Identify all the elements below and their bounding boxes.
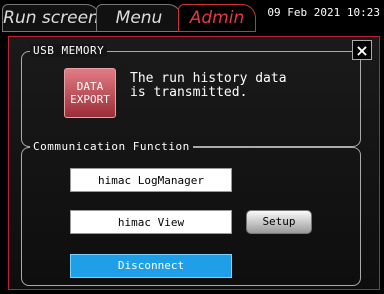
setup-button[interactable]: Setup (246, 210, 312, 234)
close-icon[interactable]: × (352, 40, 372, 60)
tab-admin[interactable]: Admin (178, 4, 256, 32)
usb-memory-legend: USB MEMORY (30, 44, 108, 57)
usb-message-line2: is transmitted. (130, 85, 248, 100)
data-export-label-line1: DATA (76, 80, 104, 93)
usb-message-line1: The run history data (130, 71, 287, 86)
tab-run-screen[interactable]: Run screen (2, 4, 100, 32)
tab-menu[interactable]: Menu (96, 4, 182, 32)
datetime-display: 09 Feb 2021 10:23 (267, 6, 380, 19)
disconnect-button[interactable]: Disconnect (70, 254, 232, 278)
admin-panel-frame: USB MEMORY DATA EXPORT The run history d… (8, 36, 380, 290)
himac-view-button[interactable]: himac View (70, 210, 232, 234)
usb-status-message: The run history data is transmitted. (130, 72, 287, 100)
data-export-button[interactable]: DATA EXPORT (64, 68, 116, 118)
himac-logmanager-button[interactable]: himac LogManager (70, 168, 232, 192)
communication-legend: Communication Function (30, 140, 193, 153)
communication-function-group: Communication Function himac LogManager … (21, 140, 361, 286)
usb-memory-group: USB MEMORY DATA EXPORT The run history d… (21, 44, 361, 147)
data-export-label-line2: EXPORT (70, 93, 110, 106)
tab-bar: Run screen Menu Admin 09 Feb 2021 10:23 (0, 0, 384, 36)
